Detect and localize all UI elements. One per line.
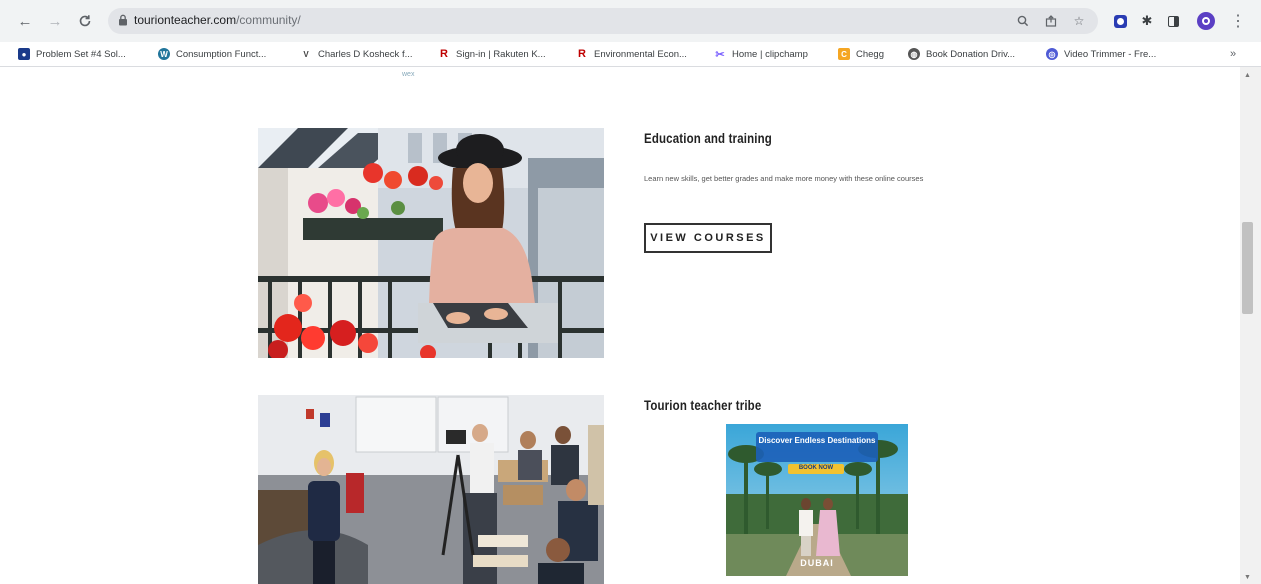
ad-headline: Discover Endless Destinations: [758, 436, 876, 445]
bookmark-item[interactable]: R Environmental Econ...: [576, 46, 687, 62]
profile-avatar-icon[interactable]: [1196, 11, 1216, 31]
scroll-down-arrow-icon[interactable]: ▼: [1244, 574, 1251, 581]
video-trimmer-icon: ◎: [1046, 48, 1058, 60]
bookmark-label: Video Trimmer - Fre...: [1064, 48, 1157, 60]
v-icon: V: [300, 48, 312, 60]
back-arrow-icon[interactable]: ←: [14, 10, 36, 32]
url-domain: tourionteacher.com: [134, 13, 237, 27]
bookmark-label: Chegg: [856, 48, 884, 60]
bookmark-item[interactable]: R Sign-in | Rakuten K...: [438, 46, 546, 62]
more-bookmarks-chevron-icon[interactable]: »: [1230, 46, 1236, 62]
bookmark-label: Consumption Funct...: [176, 48, 267, 60]
url-text[interactable]: tourionteacher.com/community/: [134, 13, 301, 27]
rakuten-icon: R: [576, 48, 588, 60]
extension-blue-icon[interactable]: [1110, 11, 1130, 31]
bookmark-favicon-icon: ●: [18, 48, 30, 60]
view-courses-button[interactable]: VIEW COURSES: [644, 223, 772, 253]
zoom-icon[interactable]: [1014, 12, 1032, 30]
bookmark-label: Home | clipchamp: [732, 48, 808, 60]
rakuten-icon: R: [438, 48, 450, 60]
globe-icon: ◍: [908, 48, 920, 60]
bookmark-item[interactable]: W Consumption Funct...: [158, 46, 266, 62]
bookmark-item[interactable]: ● Problem Set #4 Sol...: [18, 46, 126, 62]
advertisement-banner[interactable]: Discover Endless Destinations BOOK NOW D…: [726, 424, 908, 576]
clipchamp-icon: ✂: [714, 48, 726, 61]
bookmark-label: Sign-in | Rakuten K...: [456, 48, 546, 60]
bookmark-label: Problem Set #4 Sol...: [36, 48, 126, 60]
page-scrollbar[interactable]: [1240, 67, 1261, 584]
scroll-up-arrow-icon[interactable]: ▲: [1244, 72, 1251, 79]
tribe-photo: [258, 395, 604, 584]
bookmark-item[interactable]: ◍ Book Donation Driv...: [908, 46, 1015, 62]
reload-icon[interactable]: [74, 10, 96, 32]
education-photo: [258, 128, 604, 358]
bookmark-label: Environmental Econ...: [594, 48, 687, 60]
bookmark-label: Charles D Kosheck f...: [318, 48, 413, 60]
browser-toolbar: ← → tourionteacher.com/community/ ☆ ✱ ⋮: [0, 0, 1261, 42]
section-description: Learn new skills, get better grades and …: [644, 174, 924, 183]
bookmark-item[interactable]: ◎ Video Trimmer - Fre...: [1046, 46, 1156, 62]
section-heading-tribe: Tourion teacher tribe: [644, 397, 762, 413]
bookmark-star-icon[interactable]: ☆: [1070, 12, 1088, 30]
wordpress-icon: W: [158, 48, 170, 60]
top-link-fragment[interactable]: wex: [402, 71, 414, 78]
page-content: wex: [0, 67, 1240, 584]
bookmarks-bar: ● Problem Set #4 Sol... W Consumption Fu…: [0, 42, 1261, 67]
bookmark-item[interactable]: V Charles D Kosheck f...: [300, 46, 413, 62]
side-panel-icon[interactable]: [1163, 11, 1183, 31]
bookmark-item[interactable]: C Chegg: [838, 46, 884, 62]
url-path: /community/: [236, 13, 301, 27]
extensions-puzzle-icon[interactable]: ✱: [1137, 11, 1157, 31]
forward-arrow-icon[interactable]: →: [44, 10, 66, 32]
scrollbar-thumb[interactable]: [1242, 222, 1253, 314]
section-heading-education: Education and training: [644, 130, 772, 146]
chegg-icon: C: [838, 48, 850, 60]
ad-brand-logo: DUBAI: [800, 558, 834, 568]
bookmark-label: Book Donation Driv...: [926, 48, 1016, 60]
chrome-menu-icon[interactable]: ⋮: [1228, 11, 1248, 31]
lock-icon[interactable]: [118, 14, 128, 26]
address-bar[interactable]: tourionteacher.com/community/ ☆: [108, 8, 1098, 34]
share-icon[interactable]: [1042, 12, 1060, 30]
bookmark-item[interactable]: ✂ Home | clipchamp: [714, 46, 808, 62]
ad-cta-button[interactable]: BOOK NOW: [788, 465, 844, 471]
